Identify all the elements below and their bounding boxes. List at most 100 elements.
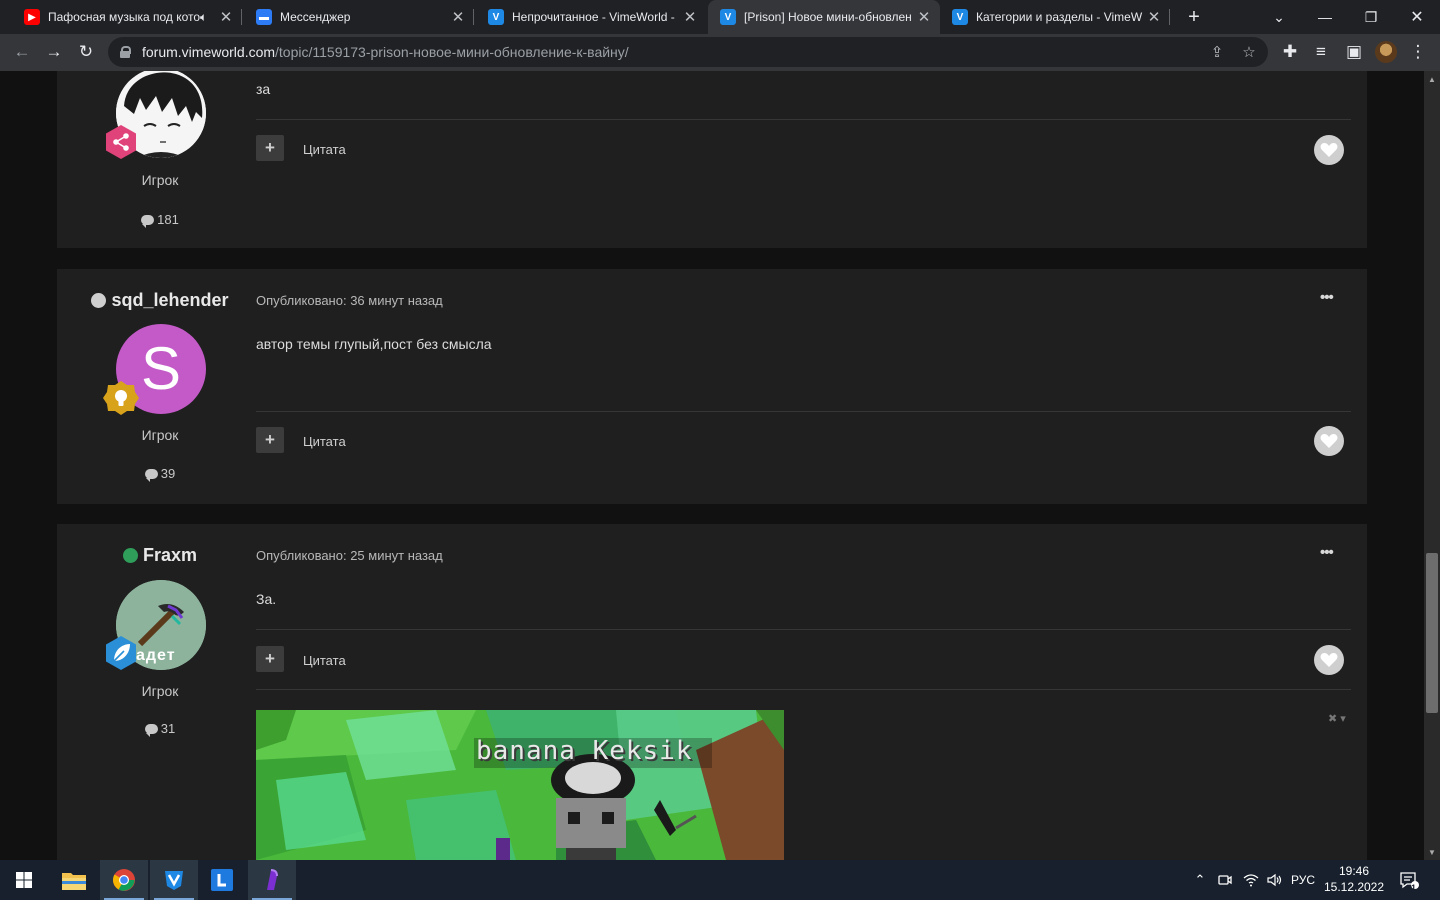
more-options-icon[interactable]: ••• [1320,544,1340,561]
input-language[interactable]: РУС [1288,860,1318,900]
leaf-badge-icon [103,635,139,671]
tab-title: [Prison] Новое мини-обновлен [744,10,912,24]
chevron-up-icon[interactable]: ⌃ [1190,860,1210,900]
new-tab-button[interactable]: + [1182,4,1206,30]
clock-date: 15.12.2022 [1323,880,1385,894]
menu-dots-icon[interactable]: ⋮ [1404,38,1432,66]
tab-title: Мессенджер [280,10,351,24]
restore-button[interactable]: ❐ [1348,0,1394,34]
close-icon[interactable]: ✕ [218,8,234,26]
minecraft-screenshot [256,710,784,860]
vimeworld-icon: V [952,9,968,25]
image-controls-icon[interactable]: ✖ ▾ [1328,712,1346,725]
heart-icon [1320,653,1338,667]
heart-icon [1320,434,1338,448]
heart-icon [1320,143,1338,157]
comment-icon [144,723,158,737]
scroll-up-icon[interactable]: ▲ [1424,71,1440,87]
close-icon[interactable]: ✕ [1146,8,1162,26]
author-name[interactable]: Fraxm [57,544,263,566]
author-name[interactable]: sqd_lehender [57,289,263,311]
quote-button[interactable]: Цитата [303,653,346,668]
page-scrollbar[interactable]: ▲ ▼ [1424,71,1440,860]
meet-now-icon[interactable] [1214,860,1236,900]
url-text[interactable]: forum.vimeworld.com/topic/1159173-prison… [142,44,629,60]
user-role: Игрок [141,172,179,188]
windows-start-icon[interactable] [0,860,48,900]
extensions-icon[interactable]: ✚ [1276,38,1304,66]
share-icon[interactable]: ⇪ [1206,41,1228,63]
notification-count: 1 [1411,883,1417,893]
multiquote-button[interactable]: + [256,135,284,161]
profile-avatar[interactable] [1375,41,1397,63]
purple-app-icon[interactable] [248,860,296,900]
online-status-icon [122,547,138,563]
offline-status-icon [91,292,107,308]
windows-taskbar: ⌃ РУС 19:46 15.12.2022 1 [0,860,1440,900]
screen: ▶ Пафосная музыка под кото 🔈︎ ✕ ▬ Мессен… [0,0,1440,900]
wifi-icon[interactable] [1240,860,1262,900]
like-button[interactable] [1314,426,1344,456]
tab-messenger[interactable]: ▬ Мессенджер ✕ [244,0,474,34]
close-icon[interactable]: ✕ [450,8,466,26]
l-app-icon[interactable] [198,860,246,900]
tab-search-button[interactable]: ⌄ [1256,0,1302,34]
scroll-down-icon[interactable]: ▼ [1424,844,1440,860]
reload-icon[interactable]: ↻ [72,38,100,66]
lightbulb-badge-icon [103,380,139,416]
minimize-button[interactable]: — [1302,0,1348,34]
tab-title: Категории и разделы - VimeW [976,10,1143,24]
forum-post: Игрок 181 за + Цитата [57,71,1367,248]
user-role: Игрок [141,683,179,699]
post-count: 31 [57,721,263,737]
messenger-icon: ▬ [256,9,272,25]
multiquote-button[interactable]: + [256,646,284,672]
comment-icon [144,468,158,482]
notification-center-icon[interactable]: 1 [1394,860,1424,900]
back-icon[interactable]: ← [8,38,36,66]
side-panel-icon[interactable]: ▣ [1340,38,1368,66]
quote-button[interactable]: Цитата [303,434,346,449]
post-body: За. [256,591,277,607]
quote-button[interactable]: Цитата [303,142,346,157]
multiquote-button[interactable]: + [256,427,284,453]
tab-vimeworld-unread[interactable]: V Непрочитанное - VimeWorld - ✕ [476,0,706,34]
nametag-label: banana Keksik [476,736,693,766]
forward-icon[interactable]: → [40,38,68,66]
tab-vimeworld-categories[interactable]: V Категории и разделы - VimeW ✕ [940,0,1170,34]
bookmark-star-icon[interactable]: ☆ [1238,41,1260,63]
post-body: за [256,81,271,97]
scrollbar-thumb[interactable] [1426,553,1438,713]
tab-title: Пафосная музыка под кото [48,10,200,24]
close-window-button[interactable]: ✕ [1394,0,1440,34]
vimeworld-launcher-icon[interactable] [150,860,198,900]
post-date: Опубликовано: 36 минут назад [256,293,443,308]
post-body: автор темы глупый,пост без смысла [256,336,492,352]
speaker-icon[interactable]: 🔈︎ [200,10,218,25]
volume-icon[interactable] [1264,860,1286,900]
vimeworld-icon: V [488,9,504,25]
tab-title: Непрочитанное - VimeWorld - [512,10,675,24]
close-icon[interactable]: ✕ [682,8,698,26]
address-bar[interactable]: forum.vimeworld.com/topic/1159173-prison… [108,37,1268,67]
post-image[interactable]: banana Keksik [256,710,784,860]
chrome-icon[interactable] [100,860,148,900]
tab-prison-topic[interactable]: V [Prison] Новое мини-обновлен ✕ [708,0,940,34]
vimeworld-icon: V [720,9,736,25]
tab-youtube-music[interactable]: ▶ Пафосная музыка под кото 🔈︎ ✕ [12,0,242,34]
user-role: Игрок [141,427,179,443]
more-options-icon[interactable]: ••• [1320,289,1340,306]
close-icon[interactable]: ✕ [916,8,932,26]
clock[interactable]: 19:46 15.12.2022 [1322,860,1386,900]
post-count: 39 [57,466,263,482]
lock-icon[interactable] [120,46,131,58]
clock-time: 19:46 [1338,864,1370,879]
forum-post: Fraxm адет Игрок 31 Опубликовано: 25 мин… [57,524,1367,860]
post-date: Опубликовано: 25 минут назад [256,548,443,563]
youtube-icon: ▶ [24,9,40,25]
like-button[interactable] [1314,135,1344,165]
like-button[interactable] [1314,645,1344,675]
media-control-icon[interactable]: ≡ [1307,38,1335,66]
file-explorer-icon[interactable] [50,860,98,900]
browser-toolbar: ← → ↻ forum.vimeworld.com/topic/1159173-… [0,34,1440,71]
